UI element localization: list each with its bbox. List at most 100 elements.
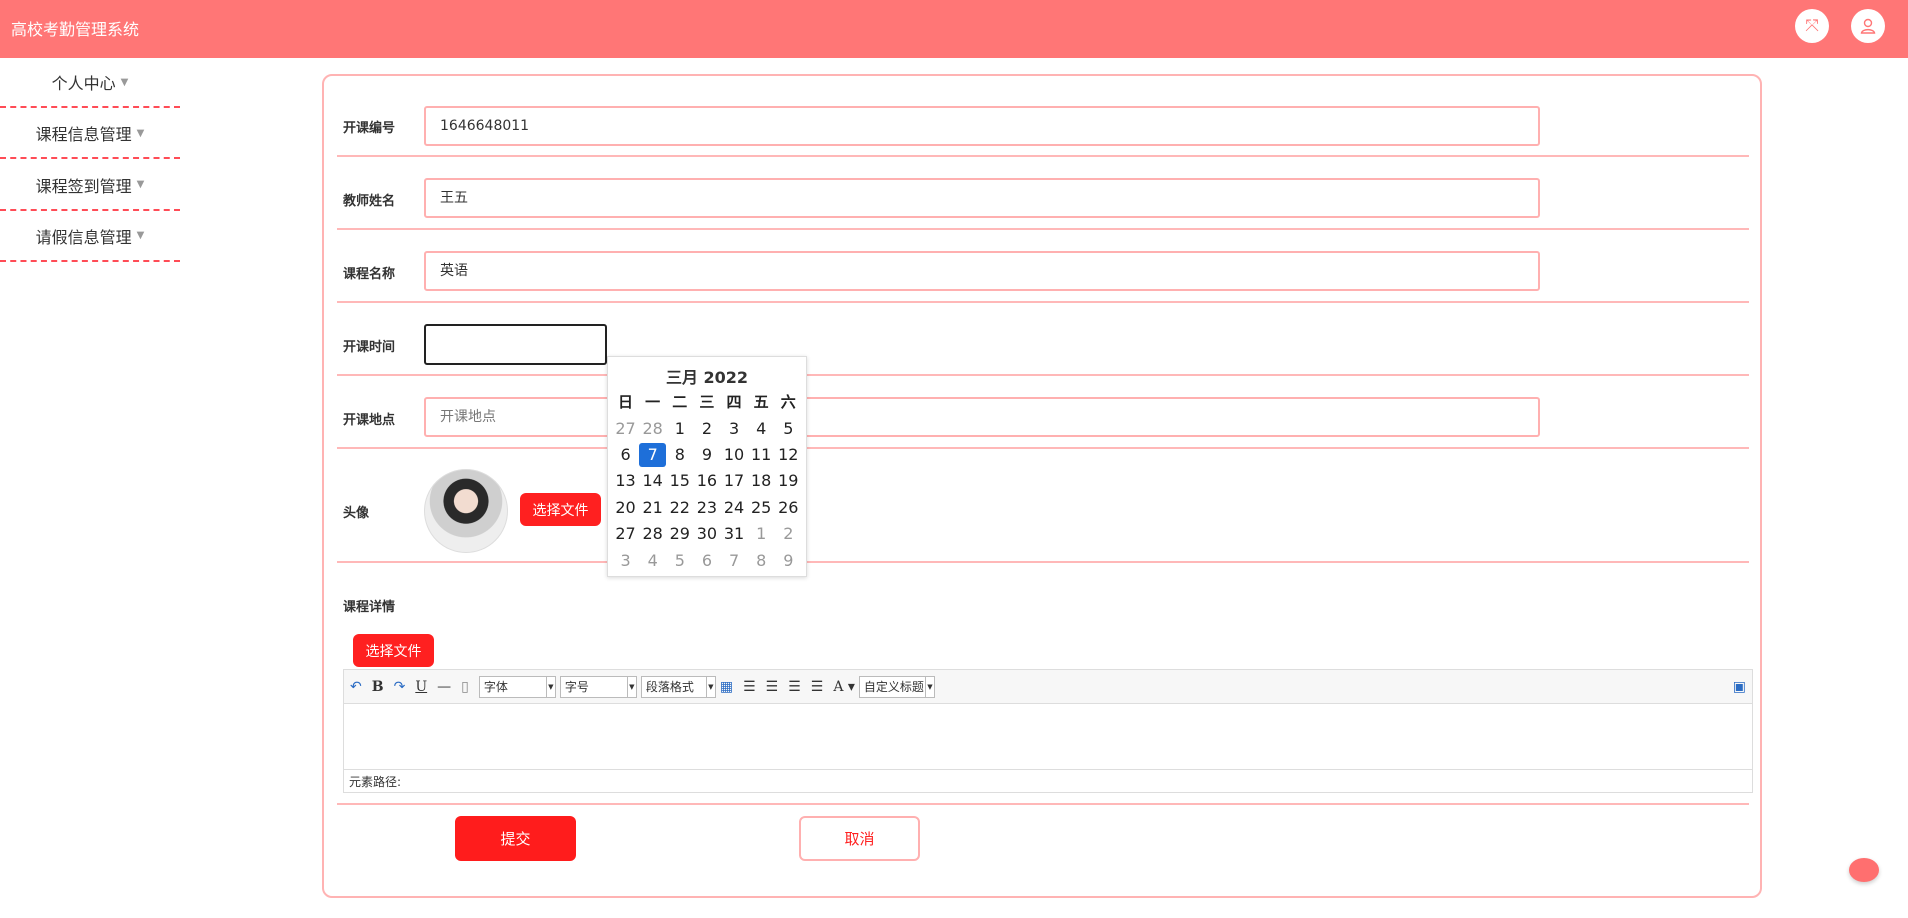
editor-toolbar: ↶ B ↷ U — ▯ 字体 ▼ 字号 ▼ 段落格式 ▼ ▦ ☰ ☰ ☰ ☰ A… (344, 670, 1752, 704)
start-time-input[interactable] (424, 324, 607, 365)
horizontal-rule-icon[interactable]: — (437, 679, 451, 695)
paste-icon[interactable]: ▯ (461, 679, 469, 695)
chat-bubble-icon[interactable] (1849, 858, 1879, 882)
calendar-day[interactable]: 1 (748, 522, 775, 546)
calendar-day[interactable]: 6 (693, 549, 720, 573)
calendar-row: 27 28 1 2 3 4 5 (612, 415, 802, 441)
course-name-input[interactable]: 英语 (424, 251, 1540, 291)
calendar-day[interactable]: 5 (775, 417, 802, 441)
font-family-select[interactable]: 字体 ▼ (478, 675, 556, 698)
avatar-choose-file-button[interactable]: 选择文件 (520, 493, 601, 526)
teacher-name-label: 教师姓名 (343, 194, 396, 209)
font-size-select[interactable]: 字号 ▼ (559, 675, 637, 698)
divider (337, 561, 1749, 563)
course-code-input[interactable]: 1646648011 (424, 106, 1540, 146)
fullscreen-icon[interactable]: ⤧ (1795, 9, 1829, 43)
custom-title-select[interactable]: 自定义标题 ▼ (858, 675, 935, 698)
calendar-day[interactable]: 28 (639, 522, 666, 546)
redo-icon[interactable]: ↷ (394, 679, 406, 695)
avatar-image (424, 469, 508, 553)
calendar-day[interactable]: 19 (775, 469, 802, 493)
calendar-day[interactable]: 4 (748, 417, 775, 441)
user-icon[interactable] (1851, 9, 1885, 43)
teacher-name-input[interactable]: 王五 (424, 178, 1540, 218)
calendar-day[interactable]: 31 (721, 522, 748, 546)
calendar-day[interactable]: 17 (721, 469, 748, 493)
weekday-header: 日 (618, 393, 634, 412)
editor-content-area[interactable] (344, 704, 1752, 770)
calendar-day[interactable]: 27 (612, 417, 639, 441)
sidebar-item-label: 课程信息管理 (35, 125, 132, 145)
undo-icon[interactable]: ↶ (350, 679, 362, 695)
calendar-day[interactable]: 9 (693, 443, 720, 467)
calendar-day[interactable]: 23 (693, 496, 720, 520)
top-header: 高校考勤管理系统 ⤧ (0, 0, 1908, 58)
weekday-header: 四 (726, 393, 742, 412)
calendar-grid: 日一二三四五六 27 28 1 2 3 4 5 6 7 8 9 10 11 12 13 14 15 16 17 18 19… (612, 389, 802, 574)
calendar-row: 6 7 8 9 10 11 12 (612, 442, 802, 468)
weekday-header: 三 (699, 393, 715, 412)
caret-down-icon: ▼ (136, 230, 145, 242)
calendar-day[interactable]: 25 (748, 496, 775, 520)
calendar-day[interactable]: 8 (748, 549, 775, 573)
calendar-day[interactable]: 28 (639, 417, 666, 441)
calendar-day[interactable]: 7 (721, 549, 748, 573)
sidebar-item-course-info[interactable]: 课程信息管理 ▼ (0, 109, 180, 160)
calendar-day[interactable]: 9 (775, 549, 802, 573)
table-icon[interactable]: ▦ (720, 679, 733, 695)
details-choose-file-button[interactable]: 选择文件 (353, 634, 434, 667)
align-center-icon[interactable]: ☰ (788, 679, 801, 695)
location-input[interactable]: 开课地点 (424, 397, 1540, 437)
calendar-day[interactable]: 24 (721, 496, 748, 520)
calendar-day[interactable]: 14 (639, 469, 666, 493)
calendar-day[interactable]: 8 (666, 443, 693, 467)
calendar-day[interactable]: 29 (666, 522, 693, 546)
calendar-row: 3456789 (612, 547, 802, 573)
calendar-day[interactable]: 27 (612, 522, 639, 546)
calendar-day[interactable]: 7 (639, 442, 667, 467)
align-justify-icon[interactable]: ☰ (811, 679, 824, 695)
custom-title-value: 自定义标题 (863, 680, 924, 694)
calendar-day[interactable]: 21 (639, 496, 666, 520)
calendar-day[interactable]: 10 (721, 443, 748, 467)
course-name-label: 课程名称 (343, 267, 396, 282)
calendar-day[interactable]: 2 (693, 417, 720, 441)
calendar-day[interactable]: 11 (748, 443, 775, 467)
calendar-day[interactable]: 6 (612, 443, 639, 467)
underline-icon[interactable]: U (415, 679, 427, 695)
divider (337, 803, 1749, 805)
cancel-button[interactable]: 取消 (799, 816, 920, 861)
paragraph-format-select[interactable]: 段落格式 ▼ (640, 675, 716, 698)
calendar-day[interactable]: 3 (612, 549, 639, 573)
calendar-row: 日一二三四五六 (612, 389, 802, 415)
calendar-row: 27 28 29 30 31 1 2 (612, 521, 802, 547)
calendar-day[interactable]: 13 (612, 469, 639, 493)
calendar-day[interactable]: 15 (666, 469, 693, 493)
calendar-row: 13 14 15 16 17 18 19 (612, 468, 802, 494)
calendar-day[interactable]: 16 (693, 469, 720, 493)
calendar-day[interactable]: 20 (612, 496, 639, 520)
calendar-day[interactable]: 26 (775, 496, 802, 520)
sidebar-item-personal-center[interactable]: 个人中心 ▼ (0, 58, 180, 108)
details-label: 课程详情 (343, 600, 396, 615)
sidebar-item-course-signin[interactable]: 课程签到管理 ▼ (0, 161, 180, 211)
calendar-day[interactable]: 2 (775, 522, 802, 546)
align-left-icon[interactable]: ☰ (743, 679, 756, 695)
font-color-icon[interactable]: A ▾ (833, 679, 855, 695)
sidebar-item-leave-info[interactable]: 请假信息管理 ▼ (0, 212, 180, 262)
calendar-day[interactable]: 1 (666, 417, 693, 441)
divider (337, 374, 1749, 376)
calendar-day[interactable]: 18 (748, 469, 775, 493)
caret-down-icon: ▼ (136, 127, 145, 139)
calendar-day[interactable]: 22 (666, 496, 693, 520)
fullscreen-editor-icon[interactable]: ▣ (1733, 679, 1746, 695)
align-right-icon[interactable]: ☰ (766, 679, 779, 695)
calendar-day[interactable]: 3 (721, 417, 748, 441)
calendar-day[interactable]: 4 (639, 549, 666, 573)
submit-button[interactable]: 提交 (455, 816, 576, 861)
calendar-day[interactable]: 30 (693, 522, 720, 546)
calendar-day[interactable]: 12 (775, 443, 802, 467)
bold-icon[interactable]: B (372, 679, 384, 695)
calendar-row: 20 21 22 23 24 25 26 (612, 495, 802, 521)
calendar-day[interactable]: 5 (666, 549, 693, 573)
